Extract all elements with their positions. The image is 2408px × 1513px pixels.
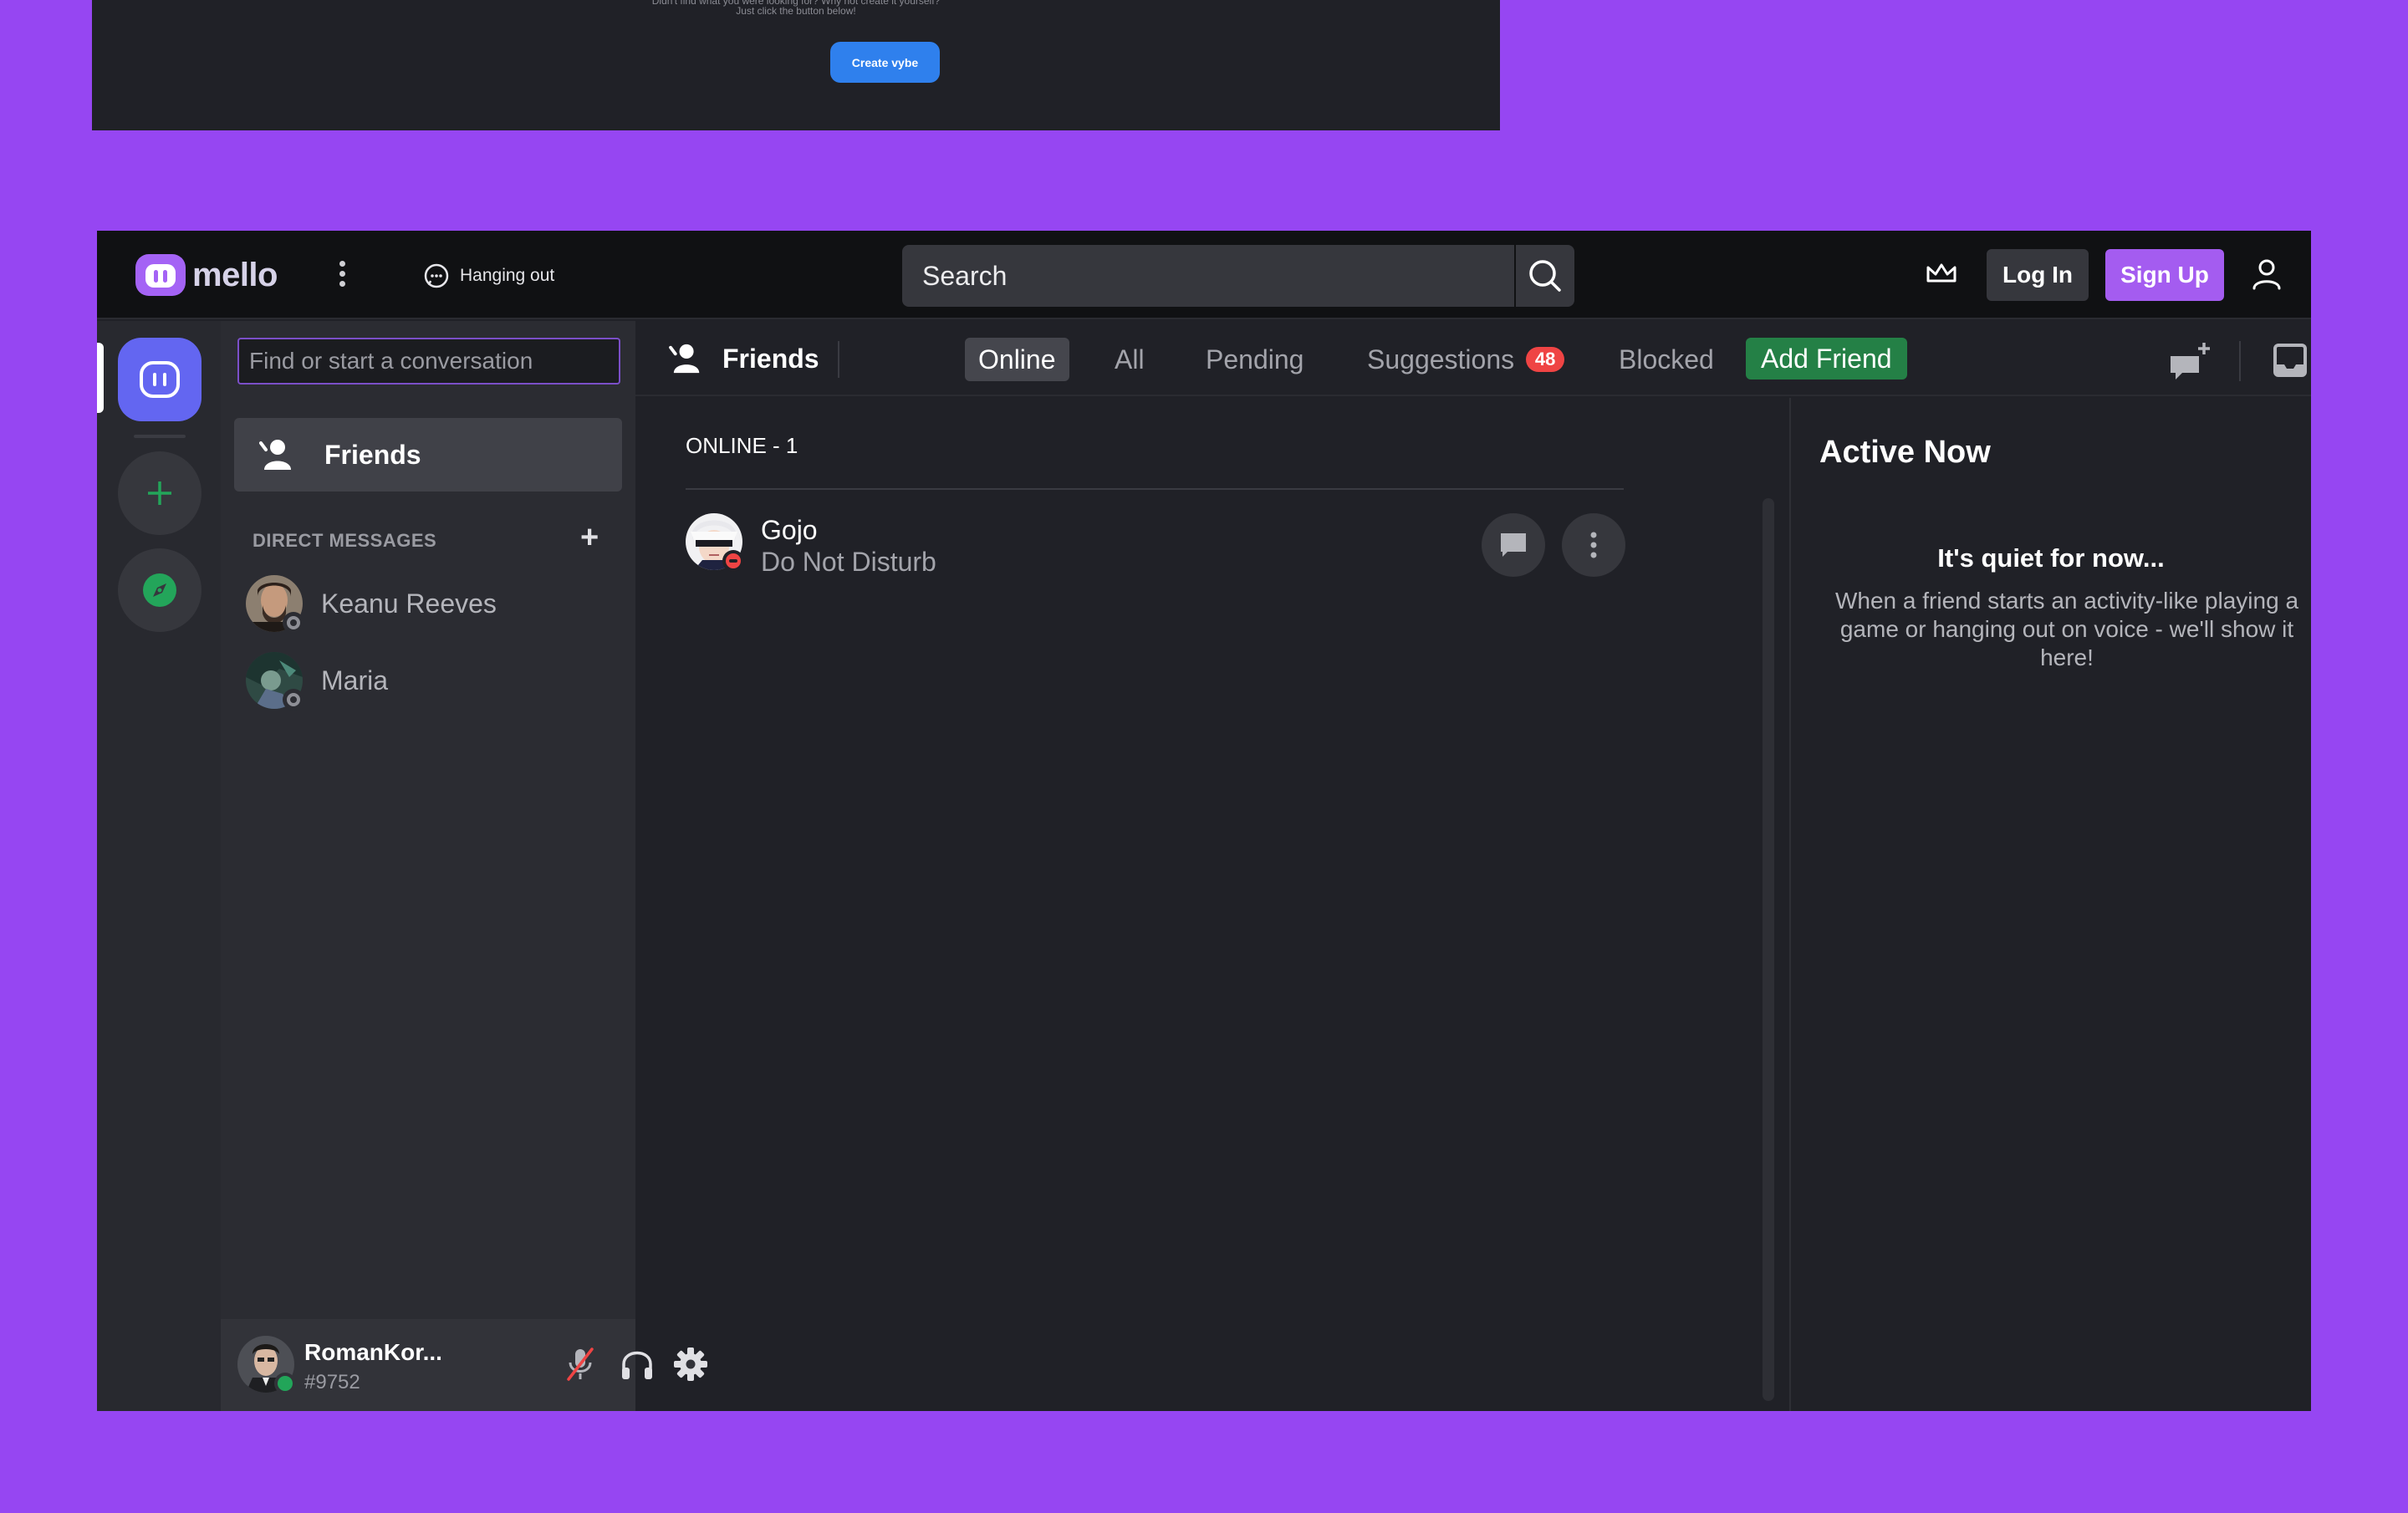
tab-all[interactable]: All [1101, 338, 1158, 381]
friends-toolbar: Friends Online All Pending Suggestions 4… [635, 321, 2311, 396]
more-options-button[interactable] [1562, 513, 1625, 577]
create-vybe-button[interactable]: Create vybe [830, 42, 940, 83]
avatar [246, 575, 304, 634]
active-now-empty-description: When a friend starts an activity-like pl… [1834, 588, 2299, 670]
avatar [686, 513, 744, 572]
message-button[interactable] [1482, 513, 1545, 577]
server-rail [97, 321, 221, 1411]
dm-name: Maria [321, 665, 389, 695]
toolbar-divider [838, 341, 839, 378]
online-friends-list: ONLINE - 1 Gojo Do Not Disturb [635, 398, 1789, 1411]
app-window: mello Hanging out Log In [97, 231, 2311, 1411]
home-button[interactable] [118, 338, 202, 421]
friends-title-label: Friends [722, 343, 819, 374]
tab-suggestions-label: Suggestions [1367, 344, 1515, 374]
avatar[interactable] [237, 1336, 296, 1394]
current-user-tag: #9752 [304, 1371, 360, 1393]
preview-hint-line2: Just click the button below! [736, 5, 856, 17]
new-group-dm-icon[interactable] [2167, 339, 2212, 389]
status-selector[interactable]: Hanging out [423, 262, 554, 289]
preview-window: Didn't find what you were looking for? W… [92, 0, 1500, 130]
current-user-name: RomanKor... [304, 1339, 442, 1365]
user-profile-icon[interactable] [2251, 257, 2283, 295]
user-panel: RomanKor... #9752 [221, 1319, 707, 1411]
dm-item-maria[interactable]: Maria [246, 652, 389, 711]
kebab-menu-icon [1590, 532, 1597, 558]
offline-status-icon [283, 612, 304, 634]
offline-status-icon [283, 689, 304, 711]
search-input[interactable] [902, 245, 1514, 307]
tab-pending[interactable]: Pending [1192, 338, 1317, 381]
search-icon [1529, 260, 1561, 292]
status-label: Hanging out [460, 266, 555, 285]
add-server-button[interactable] [118, 451, 202, 535]
online-count-header: ONLINE - 1 [686, 433, 798, 458]
brand-name: mello [192, 256, 278, 293]
friend-name: Gojo [761, 515, 818, 545]
online-status-icon [274, 1373, 296, 1394]
dm-item-keanu-reeves[interactable]: Keanu Reeves [246, 575, 497, 634]
friends-title: Friends [669, 343, 819, 374]
mello-home-icon [140, 361, 180, 398]
active-now-panel: Active Now It's quiet for now... When a … [1789, 398, 2311, 1411]
inbox-icon[interactable] [2273, 343, 2308, 382]
explore-button[interactable] [118, 548, 202, 632]
friends-icon [259, 440, 291, 470]
toolbar-divider [2239, 341, 2241, 381]
friends-icon [669, 344, 700, 374]
mute-mic-icon[interactable] [564, 1346, 597, 1387]
dm-sidebar: Friends DIRECT MESSAGES + Keanu Reeves [221, 321, 635, 1411]
top-header: mello Hanging out Log In [97, 231, 2311, 319]
friends-label: Friends [324, 439, 421, 470]
search-bar [902, 245, 1574, 307]
brand-logo[interactable]: mello [135, 254, 278, 296]
mello-logo-icon [135, 254, 186, 296]
plus-icon [148, 481, 171, 505]
scrollbar[interactable] [1763, 498, 1774, 1401]
tab-blocked[interactable]: Blocked [1605, 338, 1727, 381]
login-button[interactable]: Log In [1987, 249, 2089, 301]
do-not-disturb-status-icon [722, 550, 744, 572]
compass-icon [143, 573, 176, 607]
signup-button[interactable]: Sign Up [2105, 249, 2224, 301]
dm-name: Keanu Reeves [321, 588, 497, 619]
message-icon [1501, 533, 1526, 557]
find-conversation-input[interactable] [237, 338, 620, 385]
sidebar-item-friends[interactable]: Friends [234, 418, 622, 492]
direct-messages-header: DIRECT MESSAGES [253, 530, 437, 551]
chat-bubble-icon [424, 263, 449, 288]
active-now-empty-title: It's quiet for now... [1937, 543, 2165, 573]
list-divider [686, 488, 1624, 490]
friend-status: Do Not Disturb [761, 547, 936, 577]
active-indicator [97, 343, 104, 413]
suggestions-count-badge: 48 [1526, 347, 1565, 372]
rail-divider [134, 435, 186, 438]
search-button[interactable] [1516, 245, 1574, 307]
avatar [246, 652, 304, 711]
tab-online[interactable]: Online [965, 338, 1069, 381]
add-friend-button[interactable]: Add Friend [1746, 338, 1907, 380]
friend-row-gojo[interactable]: Gojo Do Not Disturb [686, 505, 1625, 582]
create-dm-button[interactable]: + [580, 522, 599, 553]
active-now-title: Active Now [1819, 435, 1991, 470]
tab-suggestions[interactable]: Suggestions 48 [1354, 338, 1578, 381]
premium-crown-icon[interactable] [1925, 261, 1958, 290]
more-menu-icon[interactable] [334, 261, 350, 291]
